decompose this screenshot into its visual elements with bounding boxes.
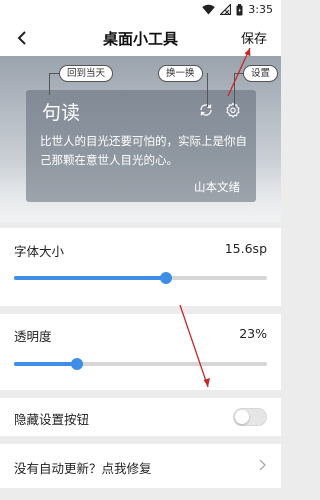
font-size-slider[interactable]: [14, 268, 267, 288]
settings-icon[interactable]: [225, 102, 241, 118]
font-size-label: 字体大小: [14, 244, 65, 259]
hide-settings-label: 隐藏设置按钮: [14, 412, 90, 427]
signal-off-icon: [220, 4, 232, 15]
hide-settings-toggle[interactable]: [233, 408, 267, 426]
slider-thumb[interactable]: [159, 272, 172, 284]
status-time: 3:35: [248, 3, 273, 16]
toggle-knob: [235, 410, 249, 424]
transparency-slider[interactable]: [14, 354, 267, 374]
slider-thumb[interactable]: [71, 358, 84, 370]
font-size-value: 15.6sp: [224, 241, 267, 256]
tooltip-leader-today: [49, 73, 50, 95]
tooltip-leader-swap: [207, 73, 208, 107]
battery-icon: [236, 3, 243, 15]
quote-author: 山本文绪: [194, 180, 240, 194]
slider-fill: [14, 362, 78, 366]
title-bar: 桌面小工具 保存: [0, 20, 281, 56]
hide-settings-row[interactable]: 隐藏设置按钮: [0, 398, 281, 436]
wifi-icon: [202, 4, 215, 15]
chevron-right-icon: [259, 459, 266, 471]
page-title: 桌面小工具: [102, 30, 178, 48]
tooltip-leader-settings: [234, 73, 243, 74]
repair-label: 没有自动更新？点我修复: [14, 461, 152, 476]
status-bar: 3:35: [0, 0, 281, 20]
transparency-section: 透明度 23%: [0, 314, 281, 390]
quote-widget-card[interactable]: 句读 比世人的目光还要可怕的，实际上是你自己那颗在意世人目光的心。 山本文绪: [26, 90, 256, 202]
tooltip-swap: 换一换: [158, 65, 203, 82]
save-button[interactable]: 保存: [241, 28, 267, 47]
card-title[interactable]: 句读: [42, 98, 80, 125]
tooltip-today: 回到当天: [59, 65, 114, 82]
transparency-label: 透明度: [14, 329, 52, 344]
refresh-icon[interactable]: [198, 102, 214, 118]
font-size-section: 字体大小 15.6sp: [0, 228, 281, 306]
widget-preview: 回到当天 换一换 设置 句读 比世人的目光还要可怕的，实际上是你自己那颗在意世人…: [0, 56, 281, 222]
tooltip-settings: 设置: [243, 65, 279, 82]
tooltip-leader-today: [49, 73, 59, 74]
slider-fill: [14, 276, 166, 280]
tooltip-leader-settings: [234, 73, 235, 107]
quote-text: 比世人的目光还要可怕的，实际上是你自己那颗在意世人目光的心。: [40, 134, 247, 167]
transparency-value: 23%: [239, 326, 267, 341]
status-icons: 3:35: [202, 3, 273, 16]
repair-row[interactable]: 没有自动更新？点我修复: [0, 444, 281, 488]
